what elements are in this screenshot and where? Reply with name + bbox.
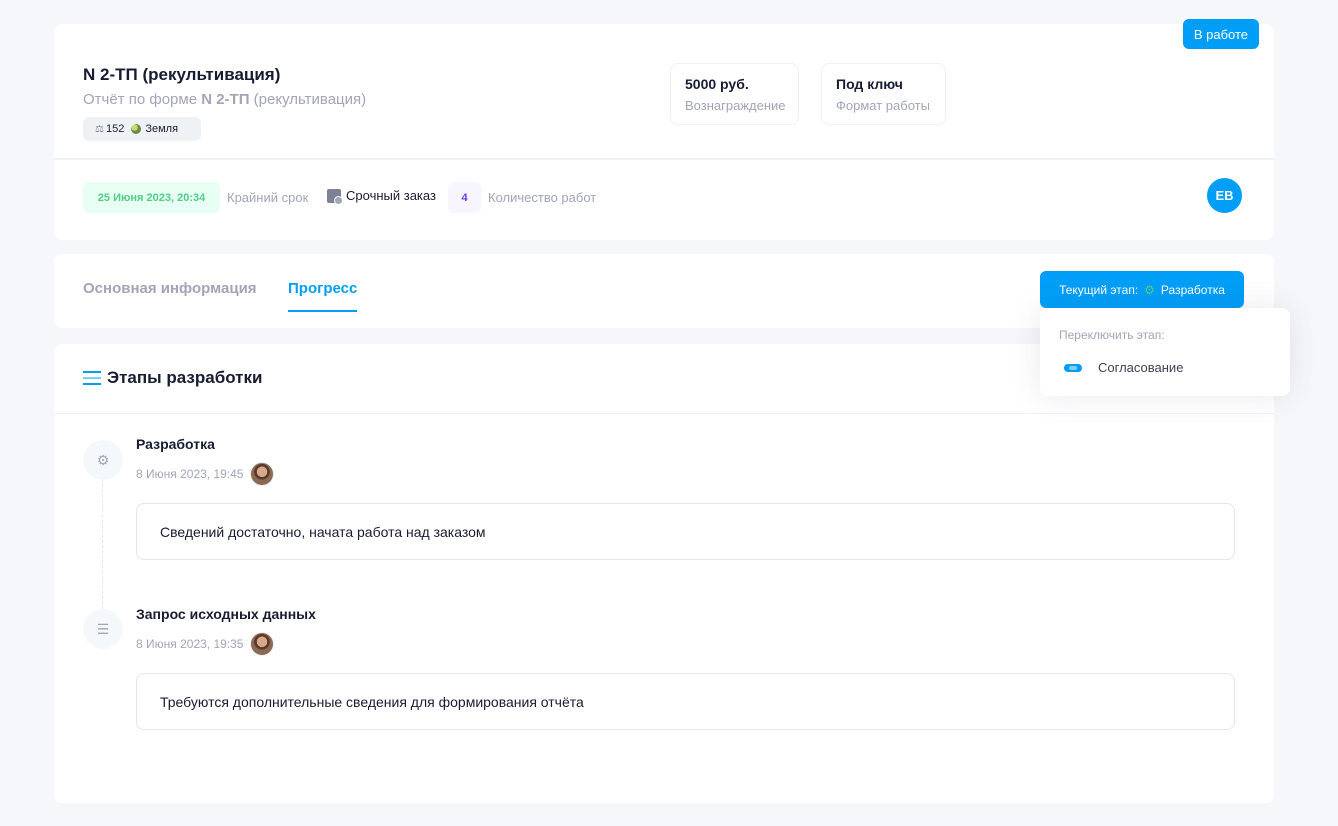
reward-label: Вознаграждение (685, 98, 786, 113)
gears-icon: ⚙ (1144, 282, 1155, 297)
divider (54, 158, 1274, 160)
works-count-badge: 4 (448, 182, 481, 213)
scale-icon: ⚖ (95, 123, 104, 135)
stage-meta: 8 Июня 2023, 19:35 (136, 632, 275, 656)
urgent-label: Срочный заказ (346, 188, 436, 203)
list-icon: ☰ (83, 609, 123, 649)
handshake-icon (1064, 362, 1082, 374)
switch-stage-dropdown: Переключить этап: Согласование (1040, 308, 1290, 396)
subtitle-prefix: Отчёт по форме (83, 91, 202, 108)
avatar[interactable] (250, 462, 275, 486)
stage-button-prefix: Текущий этап: (1059, 282, 1139, 297)
dropdown-item-approval[interactable]: Согласование (1064, 360, 1183, 375)
gears-icon: ⚙ (83, 440, 123, 480)
format-label: Формат работы (836, 98, 930, 113)
reward-box: 5000 руб. Вознаграждение (670, 63, 799, 125)
order-title: N 2-ТП (рекультивация) (83, 65, 281, 84)
urgent-order: Срочный заказ (327, 188, 436, 205)
stages-card: Этапы разработки ⚙ Разработка 8 Июня 202… (54, 344, 1274, 803)
status-badge: В работе (1182, 19, 1259, 49)
works-count-label: Количество работ (488, 190, 597, 205)
dropdown-title: Переключить этап: (1059, 328, 1165, 342)
stage-title: Разработка (136, 436, 215, 452)
stages-title-text: Этапы разработки (107, 368, 263, 387)
stage-title: Запрос исходных данных (136, 606, 316, 622)
deadline-label: Крайний срок (227, 190, 309, 205)
calendar-clock-icon (327, 188, 343, 205)
order-subtitle: Отчёт по форме N 2-ТП (рекультивация) (83, 91, 366, 108)
stage-date: 8 Июня 2023, 19:35 (136, 637, 244, 651)
subtitle-form: N 2-ТП (201, 91, 250, 108)
tab-progress[interactable]: Прогресс (288, 280, 358, 312)
stages-title: Этапы разработки (83, 368, 262, 388)
avatar[interactable] (250, 632, 275, 656)
format-box: Под ключ Формат работы (821, 63, 946, 125)
deadline-badge: 25 Июня 2023, 20:34 (83, 182, 220, 213)
stage-button-value: Разработка (1160, 282, 1225, 297)
tab-main-info[interactable]: Основная информация (83, 280, 257, 310)
format-value: Под ключ (836, 76, 903, 92)
checklist-icon (83, 370, 101, 386)
earth-icon (131, 124, 142, 134)
subtitle-suffix: (рекультивация) (249, 91, 367, 108)
dropdown-item-label: Согласование (1098, 360, 1184, 375)
stage-comment: Требуются дополнительные сведения для фо… (136, 673, 1235, 730)
current-stage-button[interactable]: Текущий этап: ⚙ Разработка (1040, 271, 1244, 308)
timeline-line (102, 474, 103, 609)
reward-value: 5000 руб. (685, 76, 749, 92)
stage-comment: Сведений достаточно, начата работа над з… (136, 503, 1235, 560)
tag-category: Земля (145, 123, 179, 135)
stage-meta: 8 Июня 2023, 19:45 (136, 462, 275, 486)
order-card: В работе N 2-ТП (рекультивация) Отчёт по… (54, 19, 1274, 240)
tag-count: 152 (105, 123, 125, 135)
assignee-avatar[interactable]: EB (1207, 178, 1242, 213)
category-tag: ⚖ 152 Земля (83, 117, 201, 141)
stage-date: 8 Июня 2023, 19:45 (136, 467, 244, 481)
